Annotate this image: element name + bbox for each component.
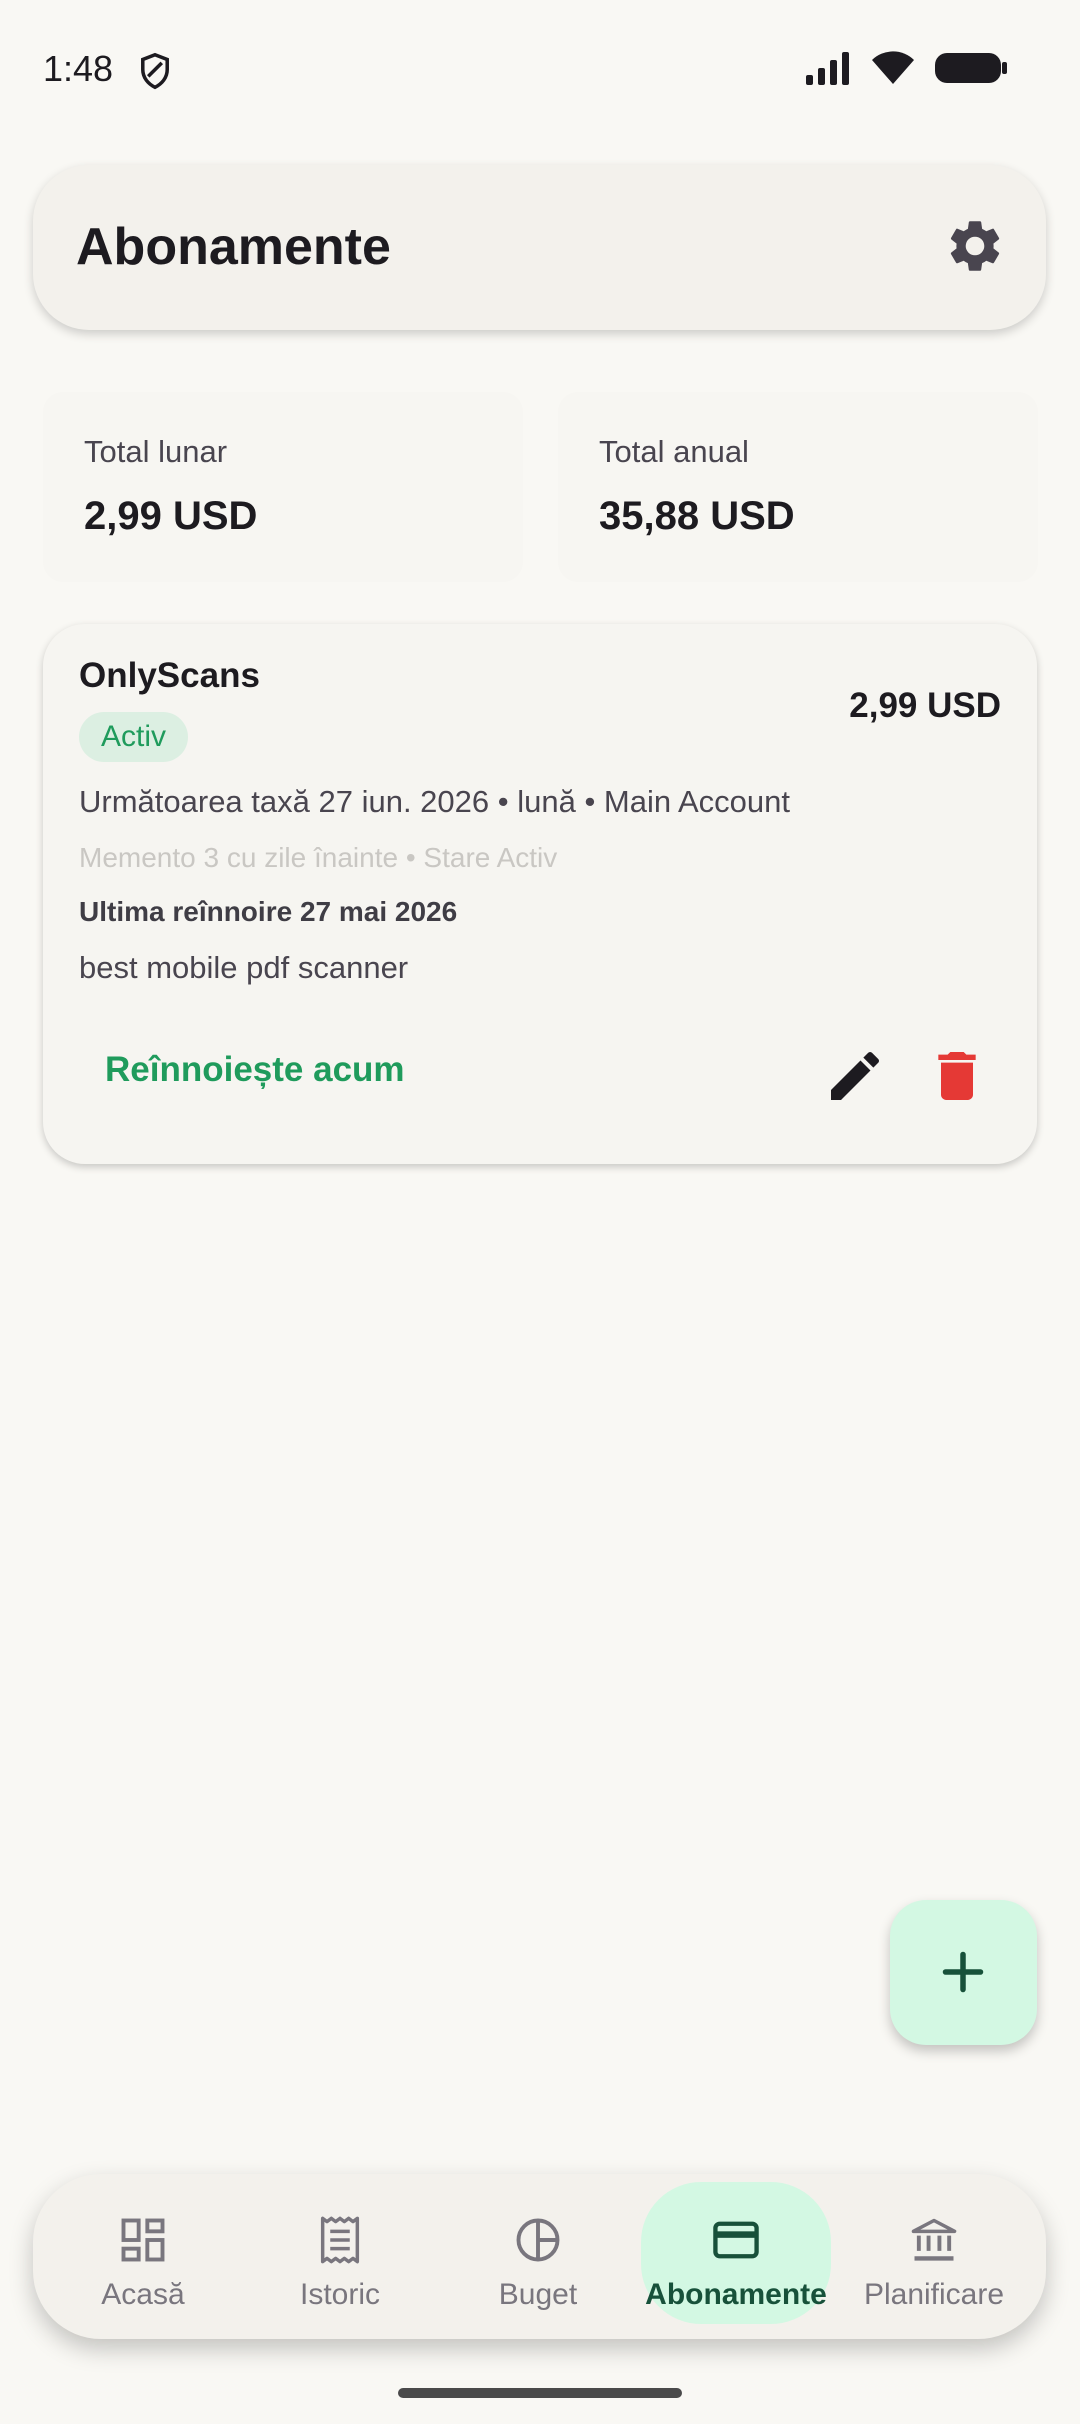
- battery-icon: [934, 51, 1008, 90]
- nav-label: Acasă: [101, 2278, 185, 2311]
- dashboard-icon: [121, 2218, 165, 2262]
- nav-item-acasa[interactable]: Acasă: [48, 2174, 238, 2339]
- page-title: Abonamente: [76, 218, 391, 276]
- bottom-navigation: Acasă Istoric Buget Abonamente Planifica…: [33, 2174, 1046, 2339]
- nav-label: Planificare: [863, 2278, 1005, 2311]
- wifi-icon: [870, 50, 916, 91]
- nav-label: Istoric: [299, 2278, 380, 2311]
- add-subscription-button[interactable]: [890, 1900, 1037, 2045]
- last-renewal-text: Ultima reînnoire 27 mai 2026: [79, 896, 458, 927]
- subscription-card[interactable]: OnlyScans 2,99 USD Activ Următoarea taxă…: [43, 624, 1037, 1164]
- edit-button[interactable]: [823, 1044, 887, 1108]
- credit-card-icon: [713, 2221, 759, 2259]
- subscription-name: OnlyScans: [79, 656, 260, 695]
- receipt-icon: [320, 2216, 360, 2264]
- nav-label: Buget: [498, 2278, 578, 2311]
- yearly-total-value: 35,88 USD: [599, 494, 795, 538]
- yearly-total-label: Total anual: [599, 434, 749, 469]
- monthly-total-card: Total lunar 2,99 USD: [43, 392, 523, 582]
- delete-button[interactable]: [925, 1044, 989, 1108]
- pencil-icon: [831, 1051, 880, 1100]
- subscription-price: 2,99 USD: [849, 686, 1001, 725]
- status-badge: Activ: [79, 712, 189, 762]
- trash-icon: [938, 1052, 976, 1100]
- renew-now-button[interactable]: Reînnoiește acum: [105, 1050, 405, 1090]
- subscription-notes: best mobile pdf scanner: [79, 950, 409, 985]
- next-charge-text: Următoarea taxă 27 iun. 2026 • lună • Ma…: [79, 784, 791, 819]
- bank-icon: [911, 2218, 957, 2261]
- yearly-total-card: Total anual 35,88 USD: [558, 392, 1038, 582]
- monthly-total-label: Total lunar: [84, 434, 228, 469]
- gear-icon: [950, 221, 1000, 271]
- nav-item-istoric[interactable]: Istoric: [245, 2174, 435, 2339]
- home-indicator[interactable]: [398, 2388, 682, 2398]
- reminder-text: Memento 3 cu zile înainte • Stare Activ: [79, 842, 558, 873]
- settings-button[interactable]: [944, 215, 1006, 277]
- top-app-bar: Abonamente: [33, 165, 1046, 330]
- signal-icon: [804, 51, 852, 90]
- monthly-total-value: 2,99 USD: [84, 494, 258, 538]
- nav-item-buget[interactable]: Buget: [443, 2174, 633, 2339]
- plus-icon: [942, 1951, 984, 1993]
- nav-item-planificare[interactable]: Planificare: [839, 2174, 1029, 2339]
- shield-icon: [138, 52, 172, 95]
- pie-chart-icon: [516, 2218, 560, 2262]
- status-time: 1:48: [43, 48, 114, 89]
- status-bar: 1:48: [0, 0, 1080, 140]
- nav-item-abonamente[interactable]: Abonamente: [641, 2174, 831, 2339]
- nav-label: Abonamente: [645, 2278, 827, 2311]
